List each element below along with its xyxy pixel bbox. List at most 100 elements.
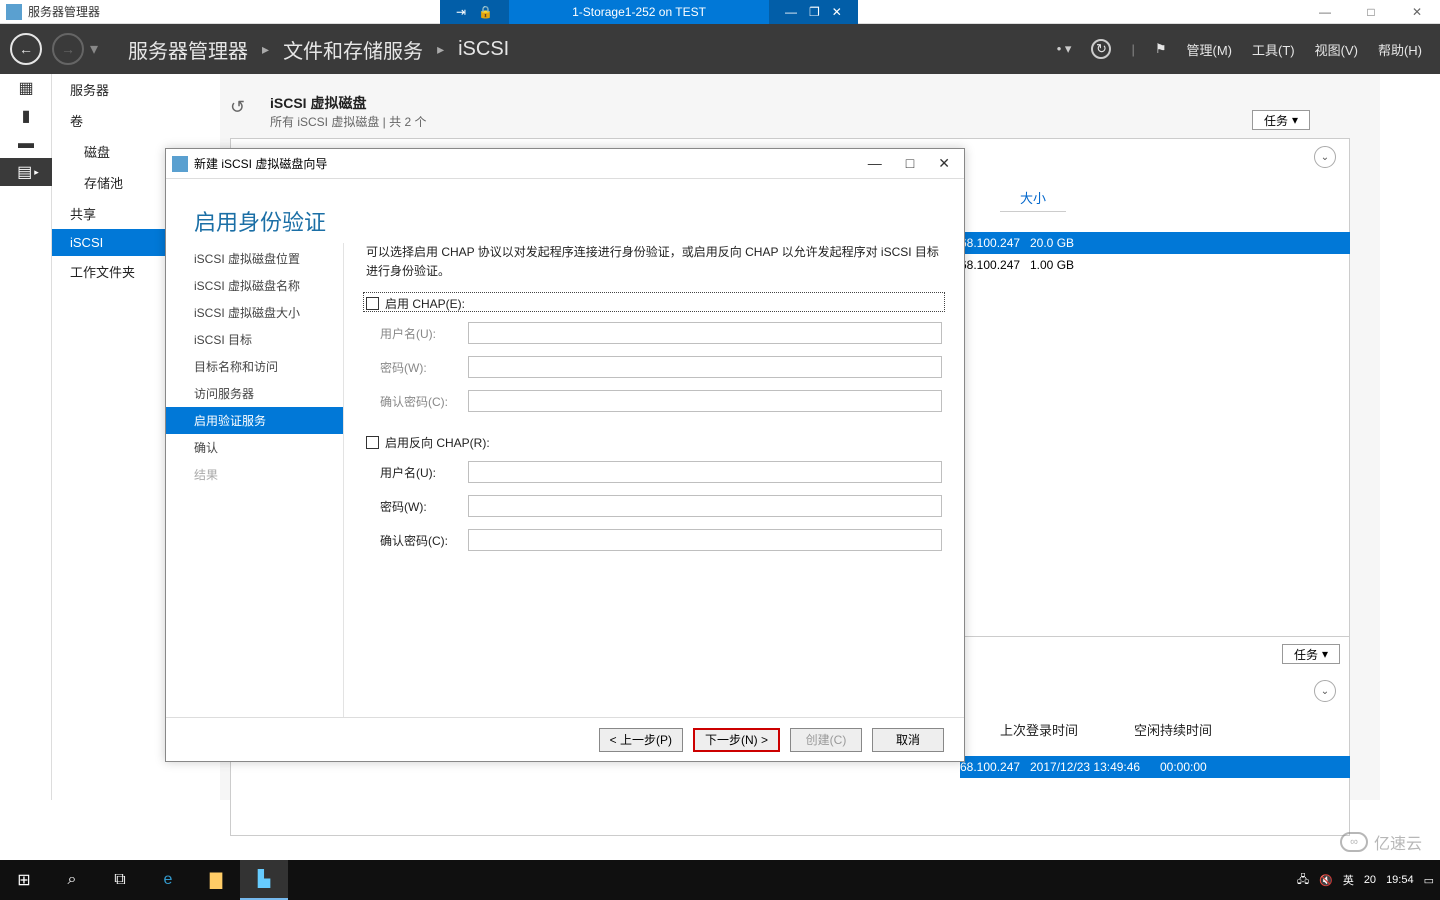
lower-columns: 上次登录时间 空闲持续时间: [1000, 720, 1212, 739]
ime-day[interactable]: 20: [1364, 874, 1376, 886]
app-title: 服务器管理器: [28, 3, 100, 20]
tasks-dropdown[interactable]: 任务 ▾: [1252, 110, 1310, 130]
history-dropdown-icon[interactable]: ▾: [90, 39, 98, 59]
wizard-icon: [172, 156, 188, 172]
chap-user-input[interactable]: [468, 322, 942, 344]
col-size[interactable]: 大小: [1000, 184, 1066, 212]
rail-dashboard-icon[interactable]: ▦: [0, 74, 52, 102]
col-last-login[interactable]: 上次登录时间: [1000, 720, 1078, 739]
step-target[interactable]: iSCSI 目标: [166, 326, 343, 353]
rchap-confirm-input[interactable]: [468, 529, 942, 551]
server-manager-taskbar-icon[interactable]: ▙: [240, 860, 288, 900]
step-confirm[interactable]: 确认: [166, 434, 343, 461]
expand-toggle-lower[interactable]: ⌄: [1314, 680, 1336, 702]
step-name[interactable]: iSCSI 虚拟磁盘名称: [166, 272, 343, 299]
tray-network-icon[interactable]: 🖧: [1297, 871, 1309, 890]
wizard-description: 可以选择启用 CHAP 协议以对发起程序连接进行身份验证，或启用反向 CHAP …: [366, 243, 942, 281]
taskbar: ⊞ ⌕ ⧉ e ▇ ▙ 🖧 🔇 英 20 19:54 ▭: [0, 860, 1440, 900]
rail-all-icon[interactable]: ▬: [0, 130, 52, 158]
step-location[interactable]: iSCSI 虚拟磁盘位置: [166, 245, 343, 272]
next-button[interactable]: 下一步(N) >: [693, 728, 780, 752]
expand-toggle-upper[interactable]: ⌄: [1314, 146, 1336, 168]
rail-storage-icon[interactable]: ▤ ▸: [0, 158, 56, 186]
nav-servers[interactable]: 服务器: [52, 74, 220, 105]
crumb-root[interactable]: 服务器管理器: [128, 35, 248, 64]
ie-icon[interactable]: e: [144, 860, 192, 900]
win-min-button[interactable]: —: [1302, 5, 1348, 19]
cancel-button[interactable]: 取消: [872, 728, 944, 752]
wizard-titlebar[interactable]: 新建 iSCSI 虚拟磁盘向导 — □ ✕: [166, 149, 964, 179]
chevron-down-icon: ▾: [1322, 647, 1328, 661]
rchap-user-input[interactable]: [468, 461, 942, 483]
enable-rchap-row[interactable]: 启用反向 CHAP(R):: [366, 434, 942, 451]
step-target-name[interactable]: 目标名称和访问: [166, 353, 343, 380]
create-button: 创建(C): [790, 728, 862, 752]
rchap-pass-input[interactable]: [468, 495, 942, 517]
explorer-icon[interactable]: ▇: [192, 860, 240, 900]
start-button[interactable]: ⊞: [0, 860, 48, 900]
panel-icon: ↺: [230, 97, 258, 125]
tasks-dropdown-lower[interactable]: 任务 ▾: [1282, 644, 1340, 664]
win-max-button[interactable]: □: [1348, 5, 1394, 19]
vm-connection-bar: ⇥🔒 1-Storage1-252 on TEST —❐✕: [440, 0, 858, 24]
menu-help[interactable]: 帮助(H): [1378, 40, 1422, 59]
vm-max-button[interactable]: ❐: [803, 5, 826, 19]
vm-close-button[interactable]: ✕: [826, 5, 848, 19]
lock-icon: 🔒: [472, 5, 499, 19]
watermark: ∞ 亿速云: [1340, 830, 1422, 854]
menu-view[interactable]: 视图(V): [1315, 40, 1358, 59]
flag-icon[interactable]: ⚑: [1155, 41, 1167, 57]
step-access[interactable]: 访问服务器: [166, 380, 343, 407]
menu-tools[interactable]: 工具(T): [1252, 40, 1295, 59]
enable-chap-checkbox[interactable]: [366, 297, 379, 310]
chap-confirm-input[interactable]: [468, 390, 942, 412]
nav-volumes[interactable]: 卷: [52, 105, 220, 136]
refresh-dropdown-indicator[interactable]: • ▾: [1057, 41, 1072, 57]
breadcrumb: 服务器管理器▸ 文件和存储服务▸ iSCSI: [128, 35, 509, 64]
panel-title: iSCSI 虚拟磁盘: [270, 93, 426, 113]
app-icon: [6, 4, 22, 20]
clock[interactable]: 19:54: [1386, 874, 1414, 886]
menu-manage[interactable]: 管理(M): [1187, 40, 1233, 59]
wizard-max-button[interactable]: □: [906, 155, 914, 172]
taskview-button[interactable]: ⧉: [96, 860, 144, 900]
pin-icon[interactable]: ⇥: [450, 5, 472, 19]
vm-min-button[interactable]: —: [779, 5, 803, 19]
enable-rchap-label: 启用反向 CHAP(R):: [385, 434, 490, 451]
enable-chap-label: 启用 CHAP(E):: [385, 295, 465, 312]
win-close-button[interactable]: ✕: [1394, 5, 1440, 19]
wizard-title: 新建 iSCSI 虚拟磁盘向导: [194, 155, 327, 172]
back-button[interactable]: ←: [10, 33, 42, 65]
wizard-close-button[interactable]: ✕: [938, 155, 950, 172]
iscsi-row-0[interactable]: 68.100.24720.0 GB: [960, 232, 1350, 254]
vm-title: 1-Storage1-252 on TEST: [509, 0, 769, 24]
enable-rchap-checkbox[interactable]: [366, 436, 379, 449]
col-idle[interactable]: 空闲持续时间: [1134, 720, 1212, 739]
search-button[interactable]: ⌕: [48, 860, 96, 900]
forward-button: →: [52, 33, 84, 65]
server-manager-header: ← → ▾ 服务器管理器▸ 文件和存储服务▸ iSCSI • ▾ ↻ | ⚑ 管…: [0, 24, 1440, 74]
wizard-min-button[interactable]: —: [868, 155, 882, 172]
wizard-buttons: < 上一步(P) 下一步(N) > 创建(C) 取消: [166, 717, 964, 761]
tray-sound-icon[interactable]: 🔇: [1319, 874, 1333, 887]
crumb-iscsi[interactable]: iSCSI: [458, 38, 509, 61]
rchap-confirm-label: 确认密码(C):: [380, 532, 458, 549]
icon-rail: ▦ ▮ ▬ ▤ ▸: [0, 74, 52, 800]
crumb-storage[interactable]: 文件和存储服务: [283, 35, 423, 64]
refresh-icon[interactable]: ↻: [1091, 39, 1111, 59]
ime-indicator[interactable]: 英: [1343, 872, 1354, 888]
iscsi-wizard-dialog: 新建 iSCSI 虚拟磁盘向导 — □ ✕ 启用身份验证 iSCSI 虚拟磁盘位…: [165, 148, 965, 762]
watermark-logo-icon: ∞: [1340, 832, 1368, 852]
rail-local-icon[interactable]: ▮: [0, 102, 52, 130]
watermark-text: 亿速云: [1374, 830, 1422, 854]
step-auth[interactable]: 启用验证服务: [166, 407, 343, 434]
step-size[interactable]: iSCSI 虚拟磁盘大小: [166, 299, 343, 326]
chap-pass-input[interactable]: [468, 356, 942, 378]
prev-button[interactable]: < 上一步(P): [599, 728, 683, 752]
chap-pass-label: 密码(W):: [380, 359, 458, 376]
notifications-button[interactable]: ▭: [1424, 874, 1434, 887]
iscsi-row-1[interactable]: 68.100.2471.00 GB: [960, 254, 1350, 276]
enable-chap-row[interactable]: 启用 CHAP(E):: [366, 295, 942, 312]
chevron-down-icon: ▾: [1292, 113, 1298, 127]
session-row[interactable]: 68.100.247 2017/12/23 13:49:46 00:00:00: [960, 756, 1350, 778]
